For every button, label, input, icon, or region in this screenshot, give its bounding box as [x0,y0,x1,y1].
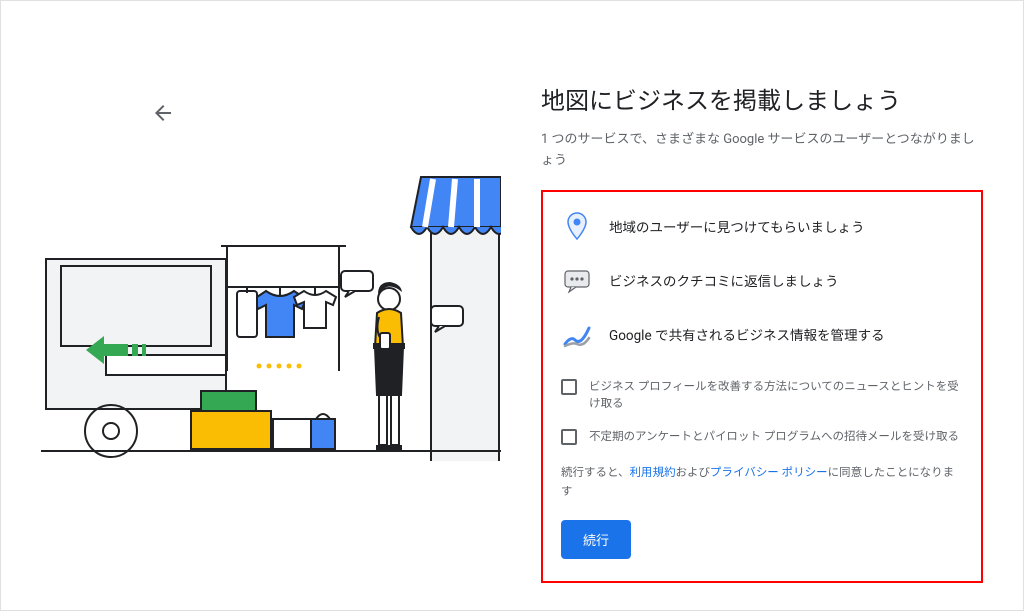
pin-icon [561,210,593,242]
page-title: 地図にビジネスを掲載しましょう [541,81,983,116]
checkbox-row-news: ビジネス プロフィールを改善する方法についてのニュースとヒントを受け取る [561,378,963,413]
highlight-box: 地域のユーザーに見つけてもらいましょう ビジネスのクチコミに返信しましょう Go… [541,190,983,584]
checkbox-row-surveys: 不定期のアンケートとパイロット プログラムへの招待メールを受け取る [561,428,963,445]
checkbox-label: ビジネス プロフィールを改善する方法についてのニュースとヒントを受け取る [589,378,963,413]
continue-button[interactable]: 続行 [561,520,631,559]
illustration [41,141,501,461]
chart-icon [561,318,593,350]
feature-row-manage: Google で共有されるビジネス情報を管理する [561,318,963,350]
checkbox-surveys[interactable] [561,429,577,445]
feature-text: Google で共有されるビジネス情報を管理する [609,324,884,344]
privacy-link[interactable]: プライバシー ポリシー [710,465,828,479]
terms-link[interactable]: 利用規約 [630,465,676,479]
back-button[interactable] [151,101,175,125]
chat-icon [561,264,593,296]
feature-row-reviews: ビジネスのクチコミに返信しましょう [561,264,963,296]
page-subtitle: 1 つのサービスで、さまざまな Google サービスのユーザーとつながりましょ… [541,130,983,172]
feature-row-discover: 地域のユーザーに見つけてもらいましょう [561,210,963,242]
checkbox-news[interactable] [561,379,577,395]
feature-text: 地域のユーザーに見つけてもらいましょう [609,216,865,236]
terms-text: 続行すると、利用規約およびプライバシー ポリシーに同意したことになります [561,463,963,500]
feature-text: ビジネスのクチコミに返信しましょう [609,270,839,290]
back-arrow-icon [151,101,175,125]
checkbox-label: 不定期のアンケートとパイロット プログラムへの招待メールを受け取る [589,428,959,445]
